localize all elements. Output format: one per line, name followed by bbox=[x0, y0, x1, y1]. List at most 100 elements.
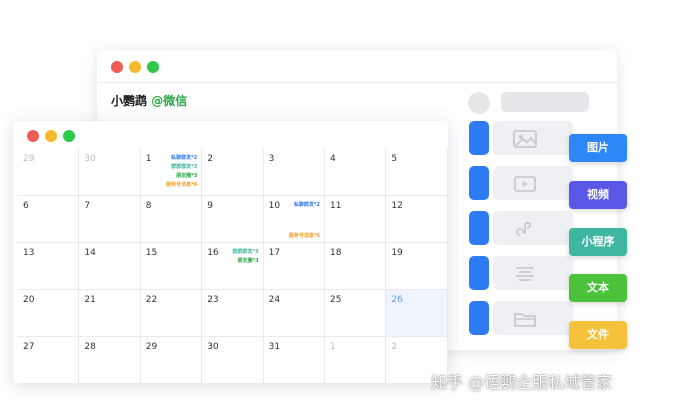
miniprogram-icon bbox=[512, 219, 538, 239]
tag-file-button[interactable]: 文件 bbox=[569, 321, 627, 349]
calendar-window-titlebar bbox=[13, 121, 448, 149]
minimize-window-button[interactable] bbox=[45, 130, 57, 142]
calendar-day-number: 25 bbox=[330, 295, 342, 305]
calendar-day-cell[interactable]: 9 bbox=[202, 196, 264, 243]
tag-miniprogram-button[interactable]: 小程序 bbox=[569, 228, 627, 256]
message-row-file[interactable] bbox=[469, 301, 573, 335]
calendar-day-cell[interactable]: 1 私聊群发*2 群群群发*3 朋友圈*3 服务号消息*6 bbox=[140, 149, 203, 196]
calendar-day-cell[interactable]: 16 群群群发*3 朋友圈*3 bbox=[202, 243, 264, 290]
calendar-event[interactable]: 服务号消息*6 bbox=[166, 181, 197, 188]
calendar-day-cell[interactable]: 8 bbox=[140, 196, 203, 243]
calendar-day-cell[interactable]: 27 bbox=[18, 337, 80, 384]
minimize-window-button[interactable] bbox=[129, 61, 141, 73]
tag-video-button[interactable]: 视频 bbox=[569, 181, 627, 209]
calendar-day-cell[interactable]: 29 bbox=[140, 337, 203, 384]
close-window-button[interactable] bbox=[111, 61, 123, 73]
text-icon bbox=[512, 264, 538, 284]
calendar-day-number: 28 bbox=[84, 342, 96, 352]
calendar-day-cell[interactable]: 31 bbox=[263, 337, 325, 384]
message-row-image[interactable] bbox=[469, 121, 573, 155]
calendar-event[interactable]: 私聊群发*2 bbox=[294, 201, 320, 208]
calendar-day-cell[interactable]: 30 bbox=[79, 149, 141, 196]
calendar-event[interactable]: 朋友圈*3 bbox=[237, 257, 258, 264]
calendar-day-number: 12 bbox=[391, 201, 403, 211]
calendar-day-number: 26 bbox=[391, 295, 403, 305]
message-row-marker bbox=[469, 256, 489, 290]
calendar-day-number: 20 bbox=[23, 295, 35, 305]
calendar-day-cell[interactable]: 25 bbox=[325, 290, 387, 337]
message-row-marker bbox=[469, 301, 489, 335]
calendar-day-number: 2 bbox=[207, 154, 213, 164]
calendar-day-cell[interactable]: 30 bbox=[202, 337, 264, 384]
calendar-day-number: 9 bbox=[207, 201, 213, 211]
wechat-window-titlebar bbox=[97, 50, 617, 82]
calendar-day-number: 31 bbox=[268, 342, 281, 352]
calendar-day-number: 15 bbox=[145, 248, 158, 258]
calendar-day-number: 7 bbox=[84, 201, 91, 211]
calendar-day-cell[interactable]: 19 bbox=[386, 243, 448, 290]
message-row-marker bbox=[469, 211, 489, 245]
tag-text-button[interactable]: 文本 bbox=[569, 274, 627, 302]
calendar-day-number: 1 bbox=[145, 154, 152, 164]
calendar-day-cell[interactable]: 4 bbox=[325, 149, 387, 196]
calendar-day-number: 1 bbox=[330, 342, 336, 352]
calendar-day-cell[interactable]: 24 bbox=[263, 290, 325, 337]
calendar-day-number: 13 bbox=[23, 248, 35, 258]
calendar-day-number: 29 bbox=[23, 154, 35, 164]
calendar-day-cell[interactable]: 6 bbox=[18, 196, 80, 243]
watermark: 知乎 @语鹦企服私域管家 bbox=[431, 373, 613, 392]
titlebar-divider bbox=[97, 82, 617, 83]
calendar-event[interactable]: 朋友圈*3 bbox=[176, 172, 197, 179]
folder-icon bbox=[512, 309, 538, 329]
calendar-day-number: 23 bbox=[207, 295, 219, 305]
calendar-day-number: 18 bbox=[330, 248, 342, 258]
calendar-day-cell[interactable]: 13 bbox=[18, 243, 80, 290]
calendar-day-number: 3 bbox=[268, 154, 275, 164]
calendar-day-number: 4 bbox=[330, 154, 336, 164]
calendar-day-cell[interactable]: 21 bbox=[79, 290, 141, 337]
calendar-day-cell[interactable]: 20 bbox=[18, 290, 80, 337]
calendar-day-cell[interactable]: 23 bbox=[202, 290, 264, 337]
close-window-button[interactable] bbox=[27, 130, 39, 142]
calendar-event[interactable]: 群群群发*3 bbox=[171, 163, 197, 170]
tag-image-button[interactable]: 图片 bbox=[569, 134, 627, 162]
calendar-day-cell[interactable]: 15 bbox=[140, 243, 203, 290]
account-title: 小鹦鹉 @微信 bbox=[111, 92, 187, 109]
message-row-miniprogram[interactable] bbox=[469, 211, 573, 245]
calendar-day-cell[interactable]: 5 bbox=[386, 149, 448, 196]
calendar-day-cell[interactable]: 28 bbox=[79, 337, 141, 384]
calendar-day-cell[interactable]: 22 bbox=[140, 290, 203, 337]
calendar-event[interactable]: 群群群发*3 bbox=[232, 248, 258, 255]
calendar-day-number: 10 bbox=[268, 201, 281, 211]
message-row-marker bbox=[469, 121, 489, 155]
avatar bbox=[468, 92, 490, 114]
calendar-day-cell[interactable]: 18 bbox=[325, 243, 387, 290]
calendar-day-cell[interactable]: 3 bbox=[263, 149, 325, 196]
calendar-grid: 29 30 1 私聊群发*2 群群群发*3 朋友圈*3 服务号消息*6 2 3 4 5 6 7 8 9 10 私… bbox=[18, 149, 448, 384]
calendar-day-cell[interactable]: 2 bbox=[202, 149, 264, 196]
maximize-window-button[interactable] bbox=[63, 130, 75, 142]
video-icon bbox=[512, 174, 538, 194]
maximize-window-button[interactable] bbox=[147, 61, 159, 73]
message-row-marker bbox=[469, 166, 489, 200]
calendar-day-cell[interactable]: 1 bbox=[325, 337, 387, 384]
calendar-day-cell[interactable]: 17 bbox=[263, 243, 325, 290]
calendar-day-number: 29 bbox=[145, 342, 158, 352]
message-row-video[interactable] bbox=[469, 166, 573, 200]
calendar-day-cell[interactable]: 11 bbox=[325, 196, 387, 243]
calendar-day-number: 30 bbox=[207, 342, 219, 352]
message-row-text[interactable] bbox=[469, 256, 573, 290]
calendar-day-cell[interactable]: 7 bbox=[79, 196, 141, 243]
calendar-day-cell[interactable]: 29 bbox=[18, 149, 80, 196]
calendar-day-number: 2 bbox=[391, 342, 398, 352]
calendar-day-cell[interactable]: 14 bbox=[79, 243, 141, 290]
calendar-day-number: 17 bbox=[268, 248, 281, 258]
calendar-day-cell[interactable]: 26 bbox=[386, 290, 448, 337]
calendar-event[interactable]: 私聊群发*2 bbox=[171, 154, 197, 161]
calendar-day-cell[interactable]: 10 私聊群发*2 服务号消息*6 bbox=[263, 196, 325, 243]
account-handle: @微信 bbox=[151, 94, 188, 108]
calendar-day-number: 6 bbox=[23, 201, 29, 211]
calendar-event[interactable]: 服务号消息*6 bbox=[289, 232, 320, 239]
calendar-window: 29 30 1 私聊群发*2 群群群发*3 朋友圈*3 服务号消息*6 2 3 4 5 6 7 8 9 10 私… bbox=[13, 121, 448, 384]
calendar-day-cell[interactable]: 12 bbox=[386, 196, 448, 243]
